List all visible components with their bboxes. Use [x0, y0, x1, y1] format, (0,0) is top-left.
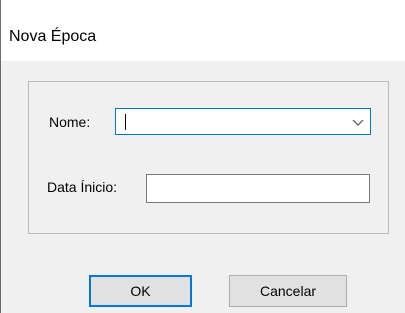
window-title: Nova Época — [9, 28, 97, 45]
ok-button[interactable]: OK — [89, 275, 192, 307]
nome-label: Nome: — [49, 114, 91, 130]
dialog-window: Nova Época Nome: Data Ínicio: OK Cancela… — [0, 0, 405, 313]
cancel-button[interactable]: Cancelar — [229, 275, 347, 307]
data-inicio-label: Data Ínicio: — [47, 179, 118, 195]
data-inicio-input[interactable] — [146, 174, 370, 203]
chevron-down-icon[interactable] — [352, 117, 364, 127]
nome-combobox[interactable] — [115, 108, 371, 135]
title-bar[interactable]: Nova Época — [1, 0, 405, 61]
text-caret — [125, 114, 126, 130]
form-group-box — [28, 81, 389, 234]
